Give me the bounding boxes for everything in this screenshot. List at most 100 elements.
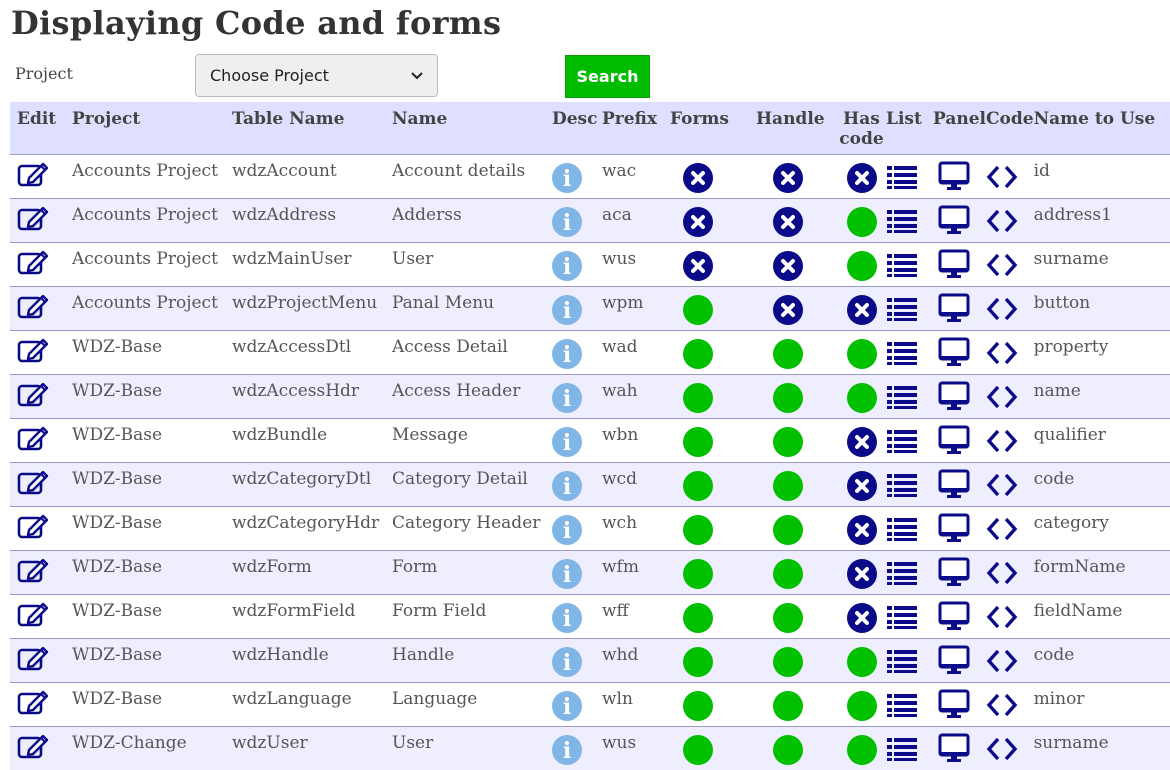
code-icon[interactable] — [986, 516, 1018, 547]
edit-icon[interactable] — [17, 424, 49, 457]
info-icon[interactable]: i — [552, 206, 582, 237]
chevron-down-icon — [411, 68, 423, 84]
info-icon[interactable]: i — [552, 558, 582, 589]
info-icon[interactable]: i — [552, 250, 582, 281]
monitor-icon[interactable] — [938, 645, 970, 680]
monitor-icon[interactable] — [938, 601, 970, 636]
monitor-icon[interactable] — [938, 513, 970, 548]
code-icon[interactable] — [986, 560, 1018, 591]
monitor-icon[interactable] — [938, 161, 970, 196]
list-icon[interactable] — [886, 208, 918, 239]
edit-icon[interactable] — [17, 248, 49, 281]
info-icon[interactable]: i — [552, 514, 582, 545]
cell-project: WDZ-Base — [72, 556, 163, 577]
monitor-icon[interactable] — [938, 425, 970, 460]
code-icon[interactable] — [986, 692, 1018, 723]
list-icon[interactable] — [886, 384, 918, 415]
cell-name-to-use: button — [1033, 292, 1091, 313]
check-circle-icon — [773, 734, 803, 765]
cell-prefix: wln — [602, 688, 633, 709]
code-icon[interactable] — [986, 384, 1018, 415]
list-icon[interactable] — [886, 164, 918, 195]
table-row: WDZ-Base wdzForm Form i wfm formName — [10, 550, 1170, 594]
monitor-icon[interactable] — [938, 381, 970, 416]
monitor-icon[interactable] — [938, 469, 970, 504]
list-icon[interactable] — [886, 604, 918, 635]
list-icon[interactable] — [886, 516, 918, 547]
code-icon[interactable] — [986, 296, 1018, 327]
code-icon[interactable] — [986, 472, 1018, 503]
edit-icon[interactable] — [17, 644, 49, 677]
edit-icon[interactable] — [17, 336, 49, 369]
col-forms: Forms — [670, 109, 729, 129]
info-icon[interactable]: i — [552, 294, 582, 325]
search-button[interactable]: Search — [565, 55, 650, 98]
code-icon[interactable] — [986, 604, 1018, 635]
cell-project: WDZ-Base — [72, 512, 163, 533]
x-circle-icon — [846, 162, 877, 193]
monitor-icon[interactable] — [938, 557, 970, 592]
list-icon[interactable] — [886, 252, 918, 283]
edit-icon[interactable] — [17, 512, 49, 545]
code-icon[interactable] — [986, 252, 1018, 283]
table-row: Accounts Project wdzAccount Account deta… — [10, 154, 1170, 198]
code-icon[interactable] — [986, 648, 1018, 679]
monitor-icon[interactable] — [938, 249, 970, 284]
code-icon[interactable] — [986, 340, 1018, 371]
info-icon[interactable]: i — [552, 426, 582, 457]
table-row: WDZ-Base wdzAccessHdr Access Header i wa… — [10, 374, 1170, 418]
list-icon[interactable] — [886, 560, 918, 591]
col-name-to-use: Name to Use — [1033, 109, 1156, 129]
edit-icon[interactable] — [17, 556, 49, 589]
cell-project: WDZ-Base — [72, 644, 163, 665]
list-icon[interactable] — [886, 648, 918, 679]
cell-project: WDZ-Base — [72, 336, 163, 357]
info-icon[interactable]: i — [552, 162, 582, 193]
edit-icon[interactable] — [17, 600, 49, 633]
x-circle-icon — [683, 250, 713, 281]
code-icon[interactable] — [986, 164, 1018, 195]
edit-icon[interactable] — [17, 160, 49, 193]
info-icon[interactable]: i — [552, 470, 582, 501]
monitor-icon[interactable] — [938, 337, 970, 372]
edit-icon[interactable] — [17, 732, 49, 765]
check-circle-icon — [683, 382, 713, 413]
x-circle-icon — [683, 162, 713, 193]
monitor-icon[interactable] — [938, 293, 970, 328]
list-icon[interactable] — [886, 736, 918, 767]
edit-icon[interactable] — [17, 380, 49, 413]
cell-name-to-use: address1 — [1033, 204, 1112, 225]
col-table-name[interactable]: Table Name — [232, 102, 392, 154]
list-icon[interactable] — [886, 296, 918, 327]
monitor-icon[interactable] — [938, 205, 970, 240]
info-icon[interactable]: i — [552, 734, 582, 765]
monitor-icon[interactable] — [938, 689, 970, 724]
code-icon[interactable] — [986, 208, 1018, 239]
code-icon[interactable] — [986, 736, 1018, 767]
cell-name-to-use: formName — [1033, 556, 1126, 577]
info-icon[interactable]: i — [552, 602, 582, 633]
cell-table-name: wdzAccessHdr — [232, 380, 360, 401]
edit-icon[interactable] — [17, 204, 49, 237]
list-icon[interactable] — [886, 472, 918, 503]
project-select[interactable]: Choose Project — [195, 54, 438, 97]
check-circle-icon — [773, 338, 803, 369]
edit-icon[interactable] — [17, 292, 49, 325]
edit-icon[interactable] — [17, 468, 49, 501]
monitor-icon[interactable] — [938, 733, 970, 768]
x-circle-icon — [846, 602, 877, 633]
info-icon[interactable]: i — [552, 382, 582, 413]
info-icon[interactable]: i — [552, 646, 582, 677]
col-name[interactable]: Name — [392, 102, 552, 154]
code-icon[interactable] — [986, 428, 1018, 459]
x-circle-icon — [773, 206, 803, 237]
list-icon[interactable] — [886, 428, 918, 459]
list-icon[interactable] — [886, 692, 918, 723]
col-prefix[interactable]: Prefix — [602, 102, 670, 154]
info-icon[interactable]: i — [552, 690, 582, 721]
edit-icon[interactable] — [17, 688, 49, 721]
list-icon[interactable] — [886, 340, 918, 371]
cell-prefix: wac — [602, 160, 637, 181]
col-project[interactable]: Project — [72, 102, 232, 154]
info-icon[interactable]: i — [552, 338, 582, 369]
